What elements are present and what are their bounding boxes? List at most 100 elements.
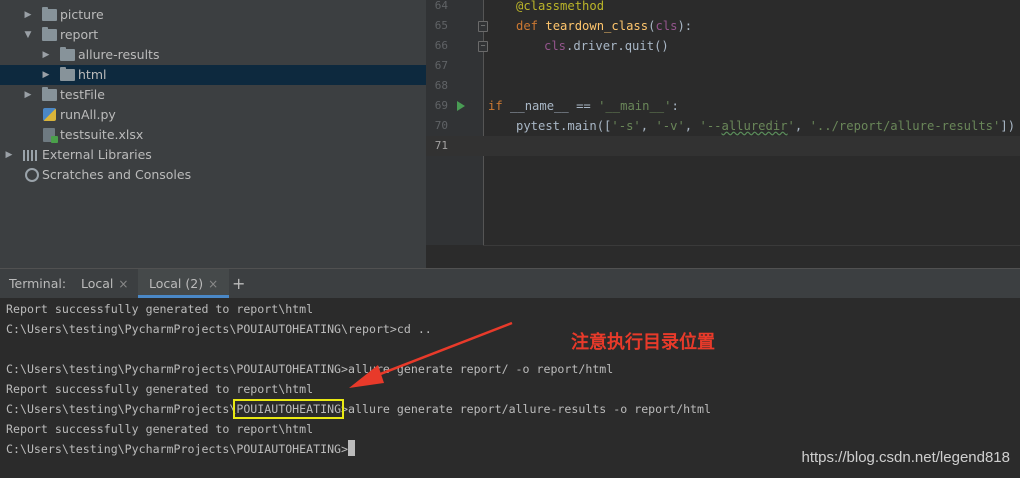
watermark: https://blog.csdn.net/legend818 [801, 449, 1011, 466]
folder-icon [42, 27, 57, 41]
tree-row-allure-results[interactable]: ▶ allure-results [0, 45, 426, 65]
code-editor[interactable]: 64 @classmethod 65 − def teardown_class(… [426, 0, 1020, 269]
code-line[interactable]: 66 − cls.driver.quit() [426, 36, 1020, 56]
editor-footer [483, 245, 1020, 269]
text-cursor [348, 440, 356, 456]
terminal-line: C:\Users\testing\PycharmProjects\POUIAUT… [6, 322, 432, 336]
run-icon[interactable] [457, 101, 465, 111]
tree-item-label: testFile [60, 87, 105, 102]
terminal-line: Report successfully generated to report\… [6, 382, 314, 396]
string-token: '__main__' [598, 99, 672, 113]
code-text: def teardown_class(cls): [516, 19, 693, 33]
tree-row-testsuite[interactable]: testsuite.xlsx [0, 125, 426, 145]
tree-item-label: html [78, 67, 107, 82]
keyword-token: if [488, 99, 503, 113]
folder-icon [42, 7, 57, 21]
fold-end-icon[interactable]: − [478, 41, 488, 52]
line-number: 70 [434, 119, 448, 132]
tree-row-partial[interactable] [0, 0, 426, 4]
tree-row-runall[interactable]: runAll.py [0, 105, 426, 125]
code-line[interactable]: 65 − def teardown_class(cls): [426, 16, 1020, 36]
line-number: 65 [434, 19, 448, 32]
folder-icon [60, 47, 75, 61]
string-token: '-v' [655, 119, 685, 133]
line-number: 67 [434, 59, 448, 72]
project-tool-window: ▶ picture ▼ report ▶ allure-results ▶ ht… [0, 0, 426, 268]
keyword-token: def [516, 19, 539, 33]
tree-row-report[interactable]: ▼ report [0, 25, 426, 45]
line-number: 68 [434, 79, 448, 92]
terminal-line: C:\Users\testing\PycharmProjects\POUIAUT… [6, 362, 614, 376]
expand-arrow-icon[interactable]: ▶ [22, 85, 34, 105]
tree-item-label: External Libraries [42, 147, 152, 162]
tree-row-testfile[interactable]: ▶ testFile [0, 85, 426, 105]
scratches-icon [25, 168, 39, 182]
name-token: __name__ [510, 99, 569, 113]
code-text: @classmethod [516, 0, 604, 16]
tab-local[interactable]: Local × [75, 269, 134, 298]
terminal-prompt-line[interactable]: C:\Users\testing\PycharmProjects\POUIAUT… [6, 439, 356, 459]
close-icon[interactable]: × [208, 277, 218, 291]
terminal-line: Report successfully generated to report\… [6, 422, 314, 436]
string-token: '../report/allure-results' [809, 119, 1001, 133]
code-text: if __name__ == '__main__': [488, 99, 679, 113]
typo-underline: alluredir [721, 119, 788, 133]
code-line-current[interactable]: 71 [426, 136, 1020, 156]
code-text: cls.driver.quit() [544, 36, 669, 56]
tree-row-external-libraries[interactable]: ▶ External Libraries [0, 145, 426, 165]
path-prefix: C:\Users\testing\PycharmProjects\ [6, 402, 237, 416]
expand-arrow-icon[interactable]: ▶ [40, 45, 52, 65]
decorator-token: @classmethod [516, 0, 605, 13]
param-token: cls [655, 19, 678, 33]
code-text: pytest.main(['-s', '-v', '--alluredir', … [516, 119, 1016, 133]
line-number: 66 [434, 39, 448, 52]
terminal-header-label: Terminal: [9, 276, 67, 291]
folder-icon [42, 87, 57, 101]
expand-arrow-icon[interactable]: ▶ [40, 65, 52, 85]
line-number: 69 [434, 99, 448, 112]
add-tab-icon[interactable]: + [232, 269, 245, 298]
editor-footer-gap [426, 245, 483, 268]
terminal-line: Report successfully generated to report\… [6, 302, 314, 316]
tree-item-label: runAll.py [60, 107, 116, 122]
expand-arrow-icon[interactable]: ▶ [22, 5, 34, 25]
folder-icon [60, 67, 75, 81]
operator-token: == [568, 99, 599, 113]
code-token: pytest.main([ [516, 119, 612, 133]
tree-item-label: report [60, 27, 99, 42]
function-name-token: teardown_class [545, 19, 649, 33]
command-text: >allure generate report/allure-results -… [341, 402, 711, 416]
line-number: 64 [434, 0, 448, 12]
tree-item-label: Scratches and Consoles [42, 167, 192, 182]
tree-item-label: allure-results [78, 47, 160, 62]
annotation-note: 注意执行目录位置 [571, 332, 715, 353]
terminal-line: C:\Users\testing\PycharmProjects\POUIAUT… [6, 399, 711, 419]
tree-row-picture[interactable]: ▶ picture [0, 5, 426, 25]
code-token: ]) [1000, 119, 1016, 133]
tree-row-html[interactable]: ▶ html [0, 65, 426, 85]
self-token: cls [544, 39, 567, 53]
code-line[interactable]: 70 pytest.main(['-s', '-v', '--alluredir… [426, 116, 1020, 136]
python-file-icon [43, 108, 56, 121]
expand-arrow-icon[interactable]: ▶ [3, 145, 15, 165]
highlighted-directory: POUIAUTOHEATING [233, 399, 345, 419]
line-number: 71 [434, 139, 448, 152]
terminal-tab-bar: Terminal: Local × Local (2) × + [0, 268, 1020, 298]
string-token: '-s' [611, 119, 641, 133]
tree-item-label: picture [60, 7, 104, 22]
code-line[interactable]: 69 if __name__ == '__main__': [426, 96, 1020, 116]
close-icon[interactable]: × [118, 277, 128, 291]
prompt: C:\Users\testing\PycharmProjects\POUIAUT… [6, 442, 349, 456]
string-token: '--alluredir' [699, 119, 795, 133]
code-line[interactable]: 68 [426, 76, 1020, 96]
excel-file-icon [43, 128, 58, 143]
tab-local-2[interactable]: Local (2) × [138, 269, 230, 298]
tab-label: Local [81, 276, 114, 291]
fold-minus-icon[interactable]: − [478, 21, 488, 32]
tree-row-scratches[interactable]: Scratches and Consoles [0, 165, 426, 185]
tree-item-label: testsuite.xlsx [60, 127, 144, 142]
code-token: .driver.quit() [566, 39, 669, 53]
collapse-arrow-icon[interactable]: ▼ [22, 25, 34, 45]
code-line[interactable]: 67 [426, 56, 1020, 76]
code-line[interactable]: 64 @classmethod [426, 0, 1020, 16]
